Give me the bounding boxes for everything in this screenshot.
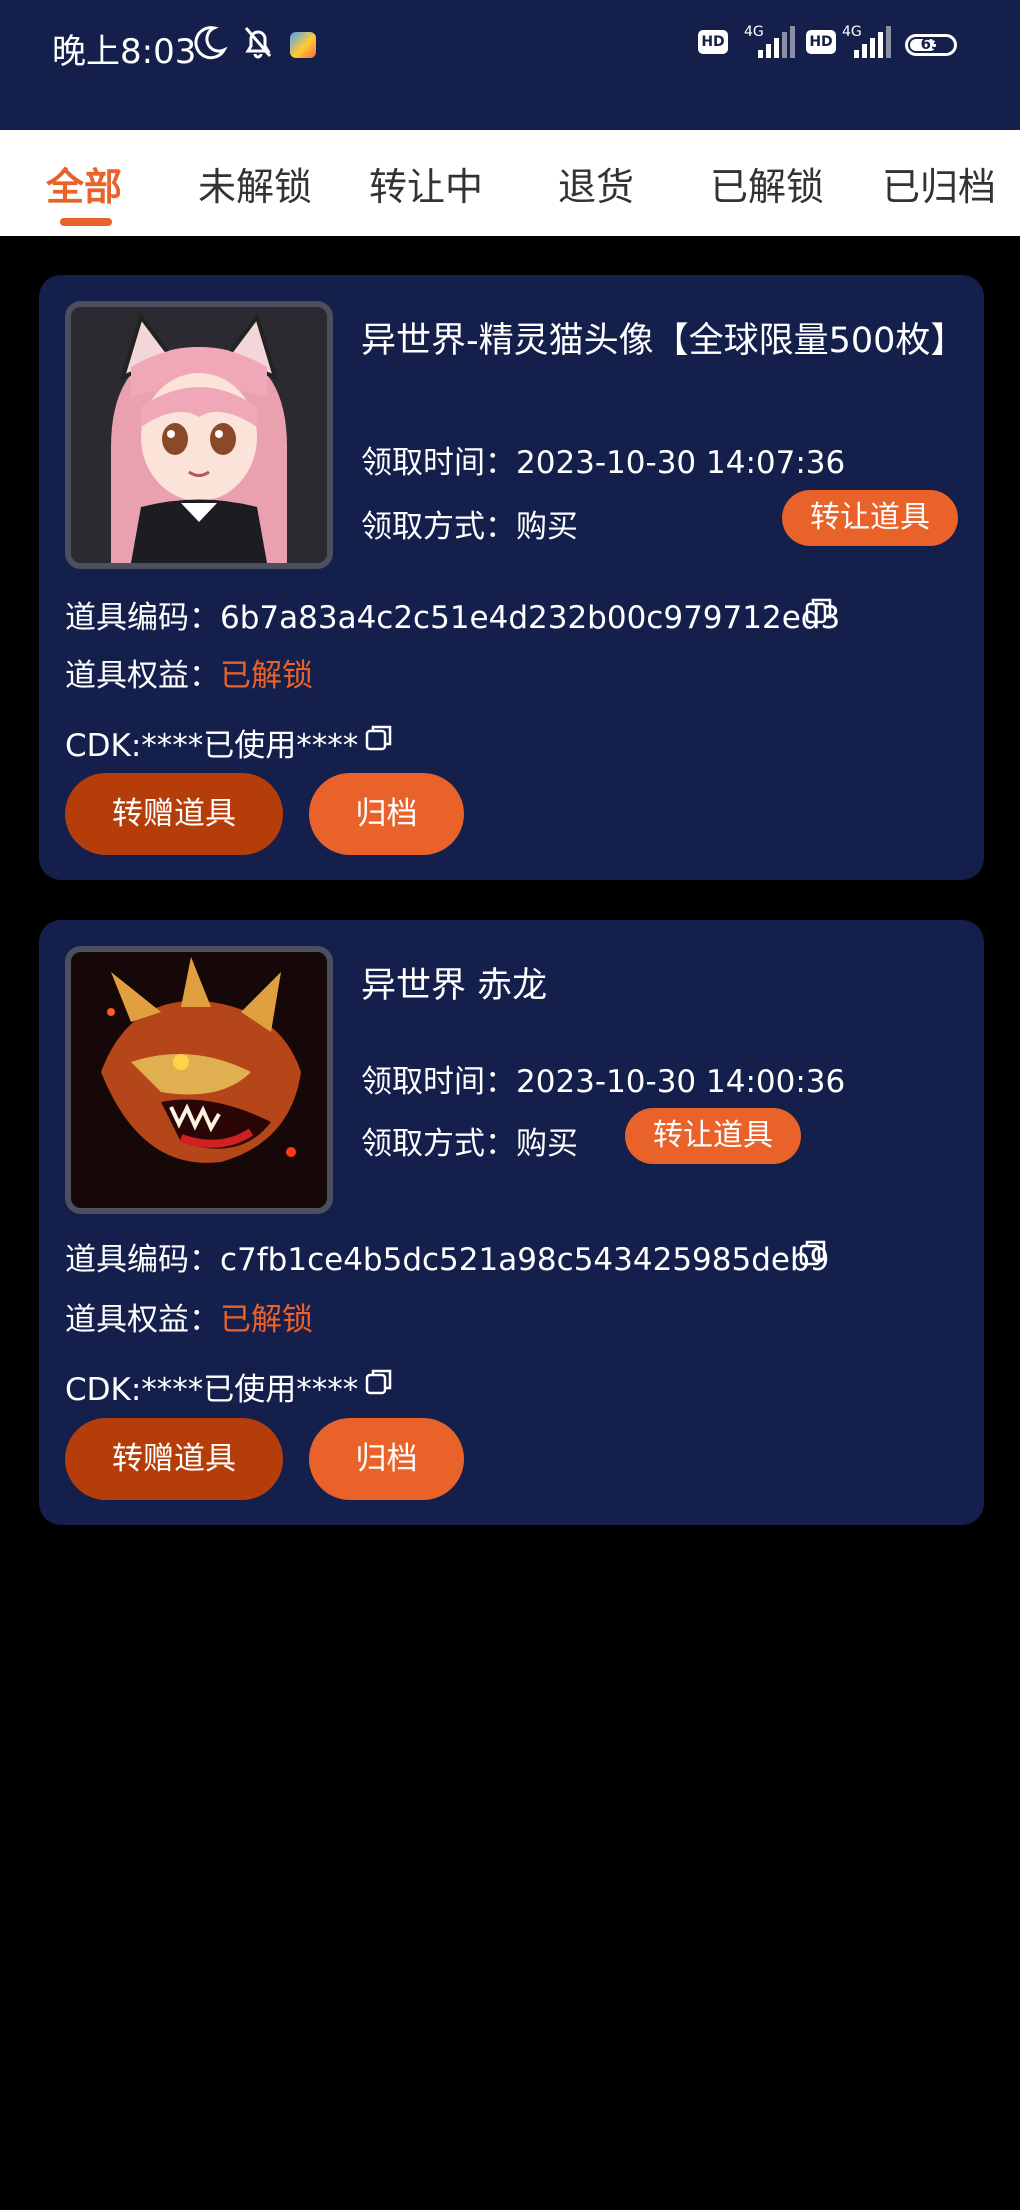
item-code-value: 6b7a83a4c2c51e4d232b00c979712ed3 [220, 600, 841, 636]
archive-button[interactable]: 归档 [309, 1418, 464, 1500]
transfer-item-button[interactable]: 转让道具 [625, 1108, 801, 1164]
cdk-text: CDK:****已使用**** [65, 728, 359, 764]
item-title: 异世界 赤龙 [361, 966, 548, 1006]
claim-method-value: 购买 [516, 509, 578, 545]
item-card: 异世界-精灵猫头像【全球限量500枚】 领取时间：2023-10-30 14:0… [39, 275, 984, 880]
item-code-value: c7fb1ce4b5dc521a98c543425985deb9 [220, 1242, 830, 1278]
hd-icon: HD [698, 30, 728, 54]
gift-item-button[interactable]: 转赠道具 [65, 1418, 283, 1500]
status-time: 晚上8:03 [52, 32, 197, 72]
gift-item-button[interactable]: 转赠道具 [65, 773, 283, 855]
copy-icon[interactable] [365, 724, 393, 752]
red-dragon-image [71, 952, 327, 1208]
signal-icon [854, 26, 891, 58]
hd-icon: HD [806, 30, 836, 54]
archive-button[interactable]: 归档 [309, 773, 464, 855]
cdk-text: CDK:****已使用**** [65, 1372, 359, 1408]
claim-method-label: 领取方式： [361, 509, 516, 545]
item-code-label: 道具编码： [65, 600, 220, 636]
transfer-item-button[interactable]: 转让道具 [782, 490, 958, 546]
copy-icon[interactable] [805, 597, 833, 625]
app-notification-icon [290, 32, 316, 58]
item-rights-label: 道具权益： [65, 658, 220, 694]
active-tab-indicator [60, 218, 112, 226]
tab-returns[interactable]: 退货 [558, 156, 634, 211]
moon-icon [194, 26, 228, 60]
tab-all[interactable]: 全部 [46, 156, 122, 211]
item-title: 异世界-精灵猫头像【全球限量500枚】 [361, 321, 966, 361]
signal-icon [758, 26, 795, 58]
item-rights-label: 道具权益： [65, 1302, 220, 1338]
item-code-row: 道具编码：c7fb1ce4b5dc521a98c543425985deb9 [65, 1234, 829, 1279]
claim-time-row: 领取时间：2023-10-30 14:07:36 [361, 437, 845, 482]
claim-time-value: 2023-10-30 14:00:36 [516, 1064, 846, 1100]
claim-time-label: 领取时间： [361, 1064, 516, 1100]
battery-percentage: 63 [920, 35, 942, 53]
copy-icon[interactable] [365, 1368, 393, 1396]
bell-muted-icon [244, 27, 272, 59]
filter-tab-bar: 全部 未解锁 转让中 退货 已解锁 已归档 [0, 130, 1020, 236]
claim-method-value: 购买 [516, 1126, 578, 1162]
item-rights-row: 道具权益：已解锁 [65, 650, 313, 695]
item-rights-value: 已解锁 [220, 1302, 313, 1338]
tab-locked[interactable]: 未解锁 [198, 156, 312, 211]
catgirl-avatar-image [71, 307, 327, 563]
item-rights-value: 已解锁 [220, 658, 313, 694]
claim-method-row: 领取方式：购买 [361, 501, 578, 546]
item-thumbnail-dragon[interactable] [65, 946, 333, 1214]
tab-unlocked[interactable]: 已解锁 [710, 156, 824, 211]
item-code-row: 道具编码：6b7a83a4c2c51e4d232b00c979712ed3 [65, 592, 840, 637]
copy-icon[interactable] [799, 1239, 827, 1267]
tab-archived[interactable]: 已归档 [882, 156, 996, 211]
claim-time-value: 2023-10-30 14:07:36 [516, 445, 846, 481]
battery-icon: 63 [905, 34, 957, 56]
claim-method-row: 领取方式：购买 [361, 1118, 578, 1163]
claim-time-row: 领取时间：2023-10-30 14:00:36 [361, 1056, 845, 1101]
item-thumbnail-catgirl[interactable] [65, 301, 333, 569]
tab-transferring[interactable]: 转让中 [369, 156, 483, 211]
claim-time-label: 领取时间： [361, 445, 516, 481]
status-bar: 晚上8:03 HD 4G HD 4G 63 [0, 0, 1020, 130]
item-card: 异世界 赤龙 领取时间：2023-10-30 14:00:36 领取方式：购买 … [39, 920, 984, 1525]
item-rights-row: 道具权益：已解锁 [65, 1294, 313, 1339]
claim-method-label: 领取方式： [361, 1126, 516, 1162]
item-code-label: 道具编码： [65, 1242, 220, 1278]
